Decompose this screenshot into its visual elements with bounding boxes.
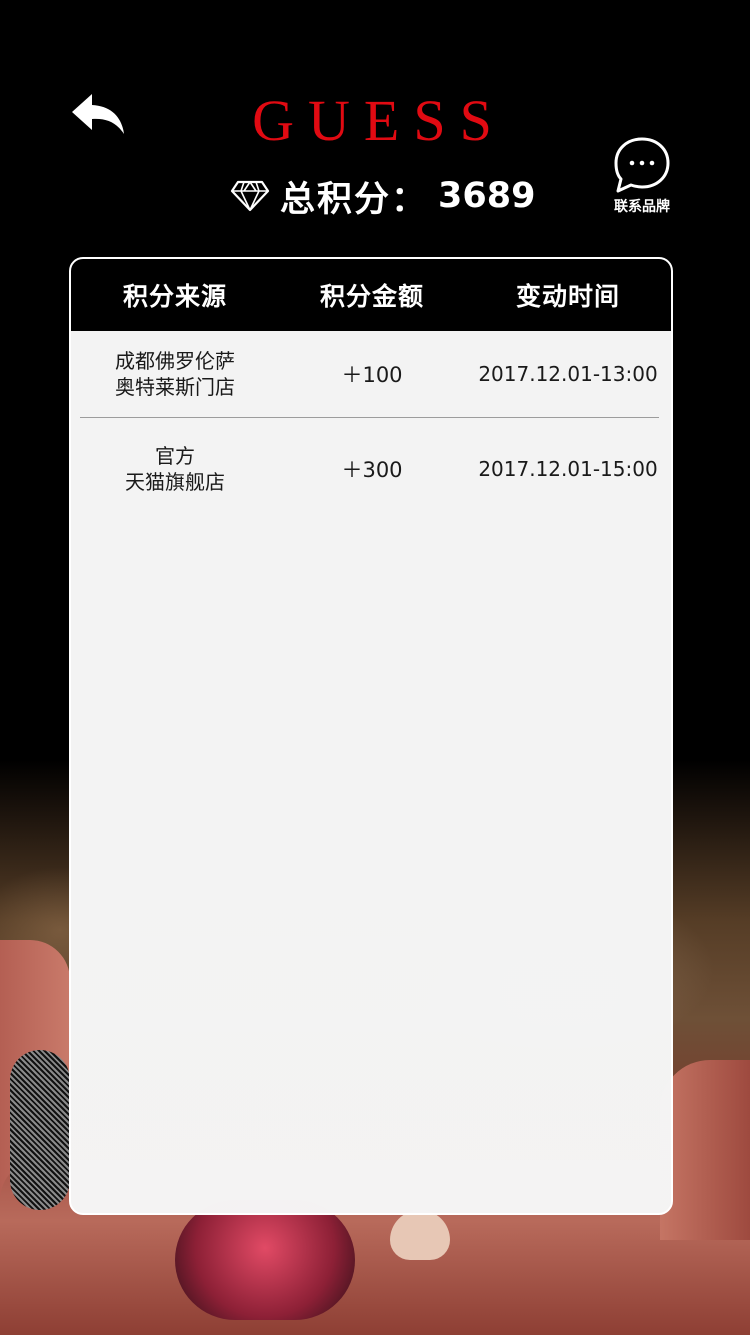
cell-time: 2017.12.01-13:00 xyxy=(478,362,658,386)
cell-source-line2: 天猫旗舰店 xyxy=(125,470,225,494)
background-sofa-arm-right xyxy=(660,1060,750,1240)
points-table-card: 积分来源 积分金额 变动时间 成都佛罗伦萨 奥特莱斯门店 ＋100 2017.1… xyxy=(69,257,673,1215)
points-value: 3689 xyxy=(438,176,536,216)
background-leg xyxy=(10,1050,70,1210)
diamond-icon xyxy=(230,180,270,212)
column-header-source: 积分来源 xyxy=(122,282,227,311)
cell-source-line1: 成都佛罗伦萨 xyxy=(115,349,235,373)
total-points: 总积分： 3689 xyxy=(230,170,535,222)
cell-source: 官方 天猫旗舰店 xyxy=(71,443,279,495)
table-row: 成都佛罗伦萨 奥特莱斯门店 ＋100 2017.12.01-13:00 xyxy=(71,331,671,417)
chat-bubble-icon xyxy=(614,137,670,193)
contact-brand-button[interactable]: 联系品牌 xyxy=(604,136,680,218)
cell-source: 成都佛罗伦萨 奥特莱斯门店 xyxy=(71,348,279,400)
column-header-amount: 积分金额 xyxy=(319,282,424,311)
cell-source-line2: 奥特莱斯门店 xyxy=(115,375,235,399)
cell-amount: ＋100 xyxy=(341,363,403,387)
background-fur xyxy=(175,1200,355,1320)
contact-brand-label: 联系品牌 xyxy=(614,199,670,215)
cell-amount: ＋300 xyxy=(341,458,403,482)
table-header: 积分来源 积分金额 变动时间 xyxy=(71,259,671,331)
cell-time: 2017.12.01-15:00 xyxy=(478,457,658,481)
column-header-time: 变动时间 xyxy=(515,282,620,311)
points-label: 总积分： xyxy=(280,179,429,220)
points-page: GUESS 总积分： 3689 联系品牌 积分来源 积分金额 变动时间 成都佛罗… xyxy=(0,0,750,1335)
cell-source-line1: 官方 xyxy=(155,444,195,468)
table-row: 官方 天猫旗舰店 ＋300 2017.12.01-15:00 xyxy=(71,418,671,520)
